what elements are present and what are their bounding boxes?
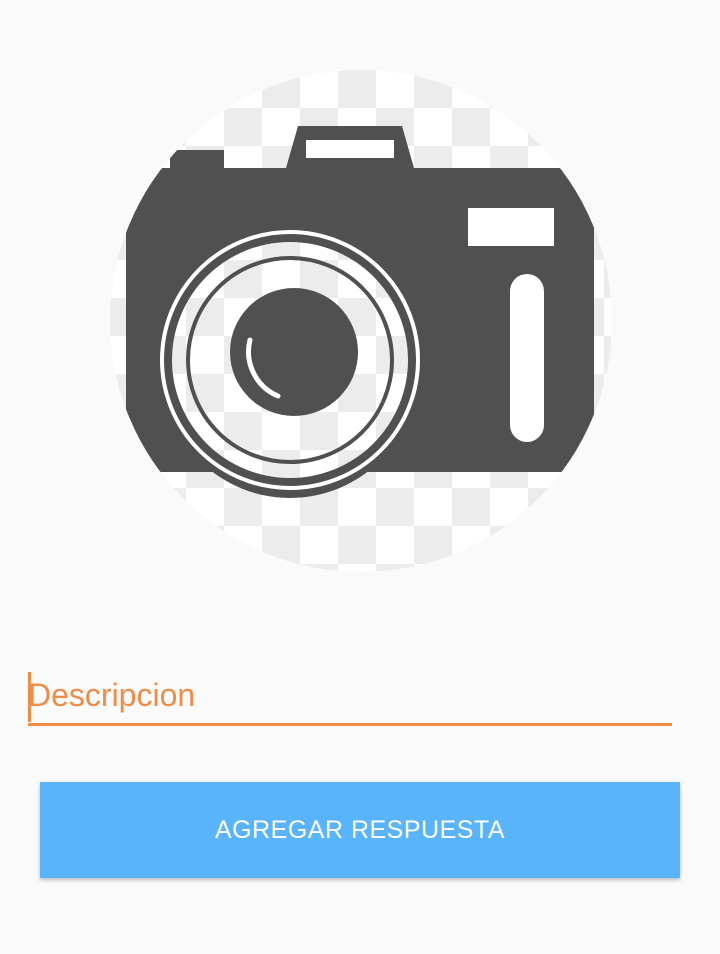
description-input[interactable]	[28, 666, 672, 724]
text-cursor	[28, 672, 31, 722]
description-underline	[28, 723, 672, 726]
camera-placeholder-icon	[110, 70, 612, 572]
camera-shape	[126, 126, 594, 498]
answer-screen: AGREGAR RESPUESTA	[0, 0, 720, 954]
add-answer-button[interactable]: AGREGAR RESPUESTA	[40, 782, 680, 878]
description-field[interactable]	[28, 666, 672, 728]
photo-picker[interactable]	[110, 70, 612, 572]
